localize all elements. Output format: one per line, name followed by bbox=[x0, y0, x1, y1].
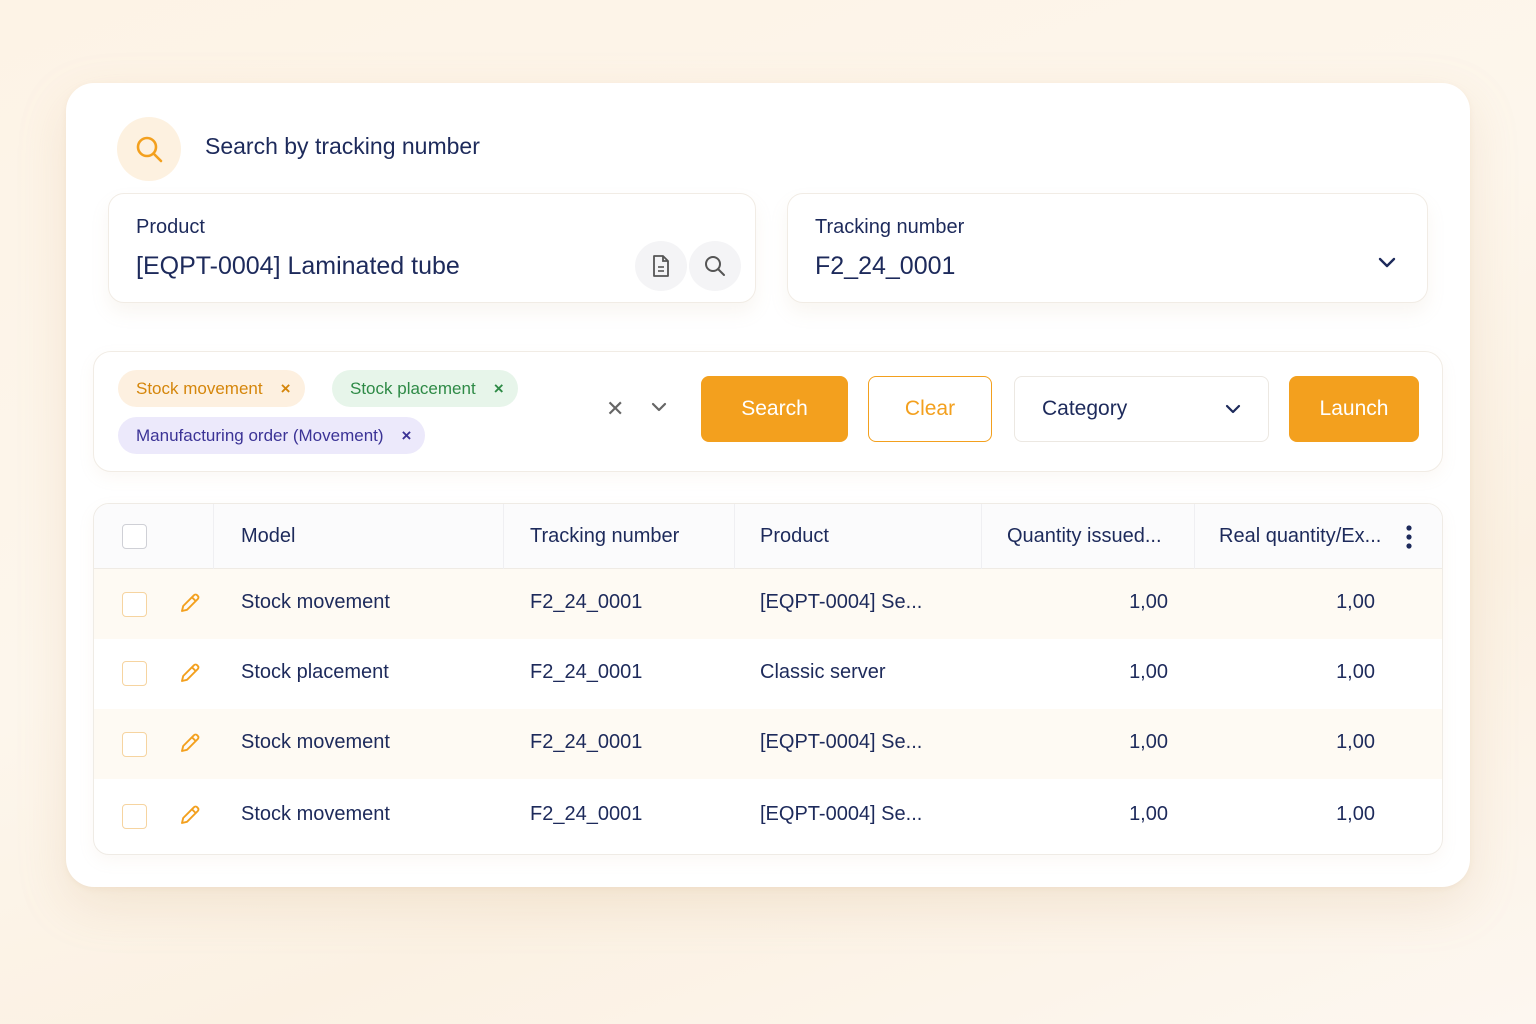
cell-product: [EQPT-0004] Se... bbox=[760, 731, 923, 753]
results-table: Model Tracking number Product Quantity i… bbox=[93, 503, 1443, 855]
more-options-icon[interactable] bbox=[1406, 525, 1412, 554]
table-row[interactable]: Stock movement F2_24_0001 [EQPT-0004] Se… bbox=[94, 569, 1442, 639]
table-row[interactable]: Stock movement F2_24_0001 [EQPT-0004] Se… bbox=[94, 709, 1442, 779]
row-checkbox[interactable] bbox=[122, 661, 147, 686]
product-label: Product bbox=[136, 216, 205, 238]
cell-tracking: F2_24_0001 bbox=[530, 591, 643, 613]
cell-model: Stock movement bbox=[241, 803, 390, 825]
cell-tracking: F2_24_0001 bbox=[530, 731, 643, 753]
cell-product: Classic server bbox=[760, 661, 886, 683]
row-checkbox[interactable] bbox=[122, 804, 147, 829]
category-label: Category bbox=[1042, 397, 1128, 420]
select-all-checkbox[interactable] bbox=[122, 524, 147, 549]
chip-stock-placement[interactable]: Stock placement × bbox=[332, 370, 518, 407]
cell-model: Stock placement bbox=[241, 661, 389, 683]
table-row[interactable]: Stock movement F2_24_0001 [EQPT-0004] Se… bbox=[94, 781, 1442, 851]
edit-pencil-icon[interactable] bbox=[178, 591, 202, 620]
cell-model: Stock movement bbox=[241, 591, 390, 613]
document-icon[interactable] bbox=[635, 241, 687, 291]
chip-manufacturing-order[interactable]: Manufacturing order (Movement) × bbox=[118, 417, 426, 454]
cell-tracking: F2_24_0001 bbox=[530, 803, 643, 825]
tracking-label: Tracking number bbox=[815, 216, 965, 238]
cell-product: [EQPT-0004] Se... bbox=[760, 803, 923, 825]
chip-label: Stock movement bbox=[136, 378, 263, 398]
chevron-down-icon[interactable] bbox=[1377, 256, 1397, 274]
row-checkbox[interactable] bbox=[122, 732, 147, 757]
column-model[interactable]: Model bbox=[241, 525, 295, 548]
filter-bar: Stock movement × Stock placement × Manuf… bbox=[93, 351, 1443, 472]
cell-real-qty: 1,00 bbox=[1336, 661, 1375, 683]
cell-qty-issued: 1,00 bbox=[1129, 661, 1168, 683]
cell-real-qty: 1,00 bbox=[1336, 803, 1375, 825]
cell-real-qty: 1,00 bbox=[1336, 731, 1375, 753]
clear-all-icon[interactable]: ✕ bbox=[606, 396, 624, 422]
product-search-icon[interactable] bbox=[689, 241, 741, 291]
product-field[interactable]: Product [EQPT-0004] Laminated tube bbox=[108, 193, 756, 303]
column-quantity-issued[interactable]: Quantity issued... bbox=[1007, 525, 1162, 548]
search-button[interactable]: Search bbox=[701, 376, 848, 442]
cell-model: Stock movement bbox=[241, 731, 390, 753]
cell-real-qty: 1,00 bbox=[1336, 591, 1375, 613]
cell-qty-issued: 1,00 bbox=[1129, 591, 1168, 613]
row-checkbox[interactable] bbox=[122, 592, 147, 617]
search-card: Search by tracking number Product [EQPT-… bbox=[66, 83, 1470, 887]
cell-qty-issued: 1,00 bbox=[1129, 731, 1168, 753]
column-product[interactable]: Product bbox=[760, 525, 829, 548]
chip-label: Manufacturing order (Movement) bbox=[136, 425, 384, 445]
chevron-down-icon[interactable] bbox=[650, 400, 668, 418]
chip-label: Stock placement bbox=[350, 378, 476, 398]
cell-product: [EQPT-0004] Se... bbox=[760, 591, 923, 613]
edit-pencil-icon[interactable] bbox=[178, 661, 202, 690]
tracking-value[interactable]: F2_24_0001 bbox=[815, 252, 955, 281]
close-icon[interactable]: × bbox=[281, 379, 291, 399]
chip-stock-movement[interactable]: Stock movement × bbox=[118, 370, 305, 407]
cell-qty-issued: 1,00 bbox=[1129, 803, 1168, 825]
close-icon[interactable]: × bbox=[494, 379, 504, 399]
clear-button[interactable]: Clear bbox=[868, 376, 992, 442]
page-title: Search by tracking number bbox=[205, 133, 480, 159]
edit-pencil-icon[interactable] bbox=[178, 803, 202, 832]
tracking-number-field[interactable]: Tracking number F2_24_0001 bbox=[787, 193, 1428, 303]
table-header: Model Tracking number Product Quantity i… bbox=[94, 504, 1442, 569]
category-select[interactable]: Category bbox=[1014, 376, 1269, 442]
edit-pencil-icon[interactable] bbox=[178, 731, 202, 760]
column-real-quantity[interactable]: Real quantity/Ex... bbox=[1219, 525, 1381, 548]
close-icon[interactable]: × bbox=[402, 426, 412, 446]
column-tracking-number[interactable]: Tracking number bbox=[530, 525, 679, 548]
launch-button[interactable]: Launch bbox=[1289, 376, 1419, 442]
search-icon bbox=[117, 117, 181, 181]
product-value[interactable]: [EQPT-0004] Laminated tube bbox=[136, 252, 460, 281]
cell-tracking: F2_24_0001 bbox=[530, 661, 643, 683]
table-row[interactable]: Stock placement F2_24_0001 Classic serve… bbox=[94, 639, 1442, 709]
chevron-down-icon bbox=[1224, 402, 1242, 420]
